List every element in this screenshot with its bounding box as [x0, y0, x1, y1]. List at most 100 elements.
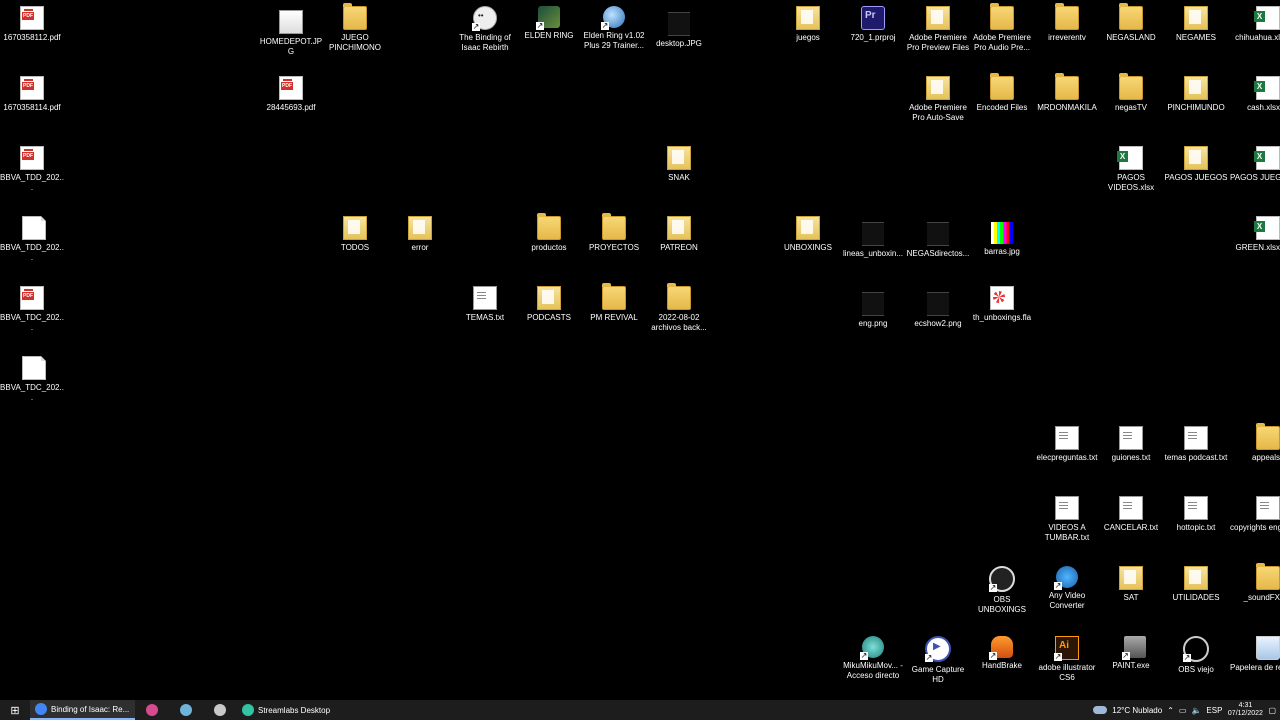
taskbar-item-tools[interactable]	[169, 700, 203, 720]
desktop-icon-handbrake[interactable]: HandBrake	[969, 636, 1035, 671]
desktop-icon-miku[interactable]: MikuMikuMov... - Acceso directo	[840, 636, 906, 681]
desktop-icon-productos[interactable]: productos	[516, 213, 582, 253]
desktop-icon-unboxings[interactable]: UNBOXINGS	[775, 216, 841, 253]
desktop-icon-cash[interactable]: cash.xlsx	[1214, 76, 1280, 113]
desktop-icon-desktopjpg[interactable]: desktop.JPG	[646, 6, 712, 49]
taskbar-item-gamepad[interactable]	[203, 700, 237, 720]
desktop-icon-eng[interactable]: eng.png	[840, 286, 906, 329]
desktop-icon-paint[interactable]: PAINT.exe	[1098, 636, 1164, 671]
fla-icon	[990, 286, 1014, 310]
notifications-icon[interactable]: ▢	[1268, 706, 1276, 715]
desktop-icon-bbva2[interactable]: BBVA_TDD_202...	[0, 216, 65, 263]
desktop-icon-obsunbox[interactable]: OBS UNBOXINGS	[969, 566, 1035, 615]
desktop-icon-label: error	[411, 243, 429, 252]
desktop-icon-prauto[interactable]: Adobe Premiere Pro Auto-Save	[905, 76, 971, 123]
desktop-icon-label: PATREON	[660, 243, 698, 252]
desktop-icon-elecpreg[interactable]: elecpreguntas.txt	[1034, 426, 1100, 463]
desktop-icon-isaac[interactable]: The Binding of Isaac Rebirth	[452, 6, 518, 53]
desktop-icon-lineas[interactable]: lineas_unboxin...	[840, 216, 906, 259]
desktop-icon-pdf1[interactable]: 1670358112.pdf	[0, 6, 65, 43]
desktop-icon-bbva4[interactable]: BBVA_TDC_202...	[0, 356, 65, 403]
desktop-icon-todos[interactable]: TODOS	[322, 216, 388, 253]
desktop-icon-archivos[interactable]: 2022-08-02 archivos back...	[646, 283, 712, 333]
desktop-icon-pagosjuegosx[interactable]: PAGOS JUEGOS.xls	[1214, 146, 1280, 183]
game-icon	[536, 6, 560, 30]
desktop-icon-barras[interactable]: barras.jpg	[969, 216, 1035, 257]
desktop-icon-negasdir[interactable]: NEGASdirectos...	[905, 216, 971, 259]
desktop-icon-papelera[interactable]: Papelera de reciclaje	[1214, 636, 1280, 673]
desktop-icon-label: TEMAS.txt	[465, 313, 505, 322]
desktop-icon-elden[interactable]: ELDEN RING	[516, 6, 582, 41]
xlsx-icon	[1254, 76, 1280, 100]
network-icon[interactable]: ▭	[1179, 706, 1187, 715]
desktop-icon-appeals[interactable]: appeals	[1214, 423, 1280, 463]
desktop-icon-ecshow[interactable]: ecshow2.png	[905, 286, 971, 329]
desktop-icon-gamecapture[interactable]: Game Capture HD	[905, 636, 971, 685]
folder-icon	[1119, 73, 1143, 100]
desktop-icon-podcasts[interactable]: PODCASTS	[516, 286, 582, 323]
weather-text[interactable]: 12°C Nublado	[1112, 706, 1162, 715]
desktop-icon-guiones[interactable]: guiones.txt	[1098, 426, 1164, 463]
folder-doc-icon	[537, 286, 561, 310]
desktop-icon-proyectos[interactable]: PROYECTOS	[581, 213, 647, 253]
desktop-icon-videostumbar[interactable]: VIDEOS A TUMBAR.txt	[1034, 496, 1100, 543]
img-dark-icon	[862, 222, 884, 246]
desktop-icon-pmrevival[interactable]: PM REVIVAL	[581, 283, 647, 323]
desktop-icon-snak[interactable]: SNAK	[646, 146, 712, 183]
cloud-icon[interactable]	[1093, 706, 1108, 714]
desktop-icon-encoded[interactable]: Encoded Files	[969, 73, 1035, 113]
desktop-icon-bbva3[interactable]: BBVA_TDC_202...	[0, 286, 65, 333]
desktop-icon-error[interactable]: error	[387, 216, 453, 253]
clock[interactable]: 4:31 07/12/2022	[1227, 702, 1263, 718]
taskbar-item-chrome[interactable]: Binding of Isaac: Re...	[30, 700, 135, 720]
desktop-icon-praudio[interactable]: Adobe Premiere Pro Audio Pre...	[969, 3, 1035, 53]
desktop-icon-label: SNAK	[668, 173, 690, 182]
desktop-icon-mrdon[interactable]: MRDONMAKILA	[1034, 73, 1100, 113]
taskbar-item-streamlabs[interactable]: Streamlabs Desktop	[237, 700, 335, 720]
folder-icon	[343, 3, 367, 30]
desktop-icon-cancelar[interactable]: CANCELAR.txt	[1098, 496, 1164, 533]
desktop-icon-prproj[interactable]: 720_1.prproj	[840, 6, 906, 43]
desktop-icon-juegos[interactable]: juegos	[775, 6, 841, 43]
desktop-icon-label: BBVA_TDC_202...	[0, 383, 64, 402]
taskbar-item-pinwheel[interactable]	[135, 700, 169, 720]
folder-doc-icon	[343, 216, 367, 240]
desktop-icon-illustrator[interactable]: adobe illustrator CS6	[1034, 636, 1100, 683]
desktop-icon-negastv[interactable]: negasTV	[1098, 73, 1164, 113]
desktop-icon-label: barras.jpg	[984, 247, 1020, 256]
desktop-icon-label: OBS UNBOXINGS	[977, 595, 1026, 614]
desktop-icon-prpreview[interactable]: Adobe Premiere Pro Preview Files	[905, 6, 971, 53]
desktop-icon-pdf3[interactable]: 28445693.pdf	[258, 76, 324, 113]
desktop-icon-anyvideo[interactable]: Any Video Converter	[1034, 566, 1100, 611]
desktop-icon-label: irreverentv	[1048, 33, 1086, 42]
windows-start-icon[interactable]: ⊞	[0, 700, 30, 720]
desktop-icon-juego[interactable]: JUEGO PINCHIMONO	[322, 3, 388, 53]
desktop-icon-sat[interactable]: SAT	[1098, 566, 1164, 603]
desktop-icon-copyrights[interactable]: copyrights english desc	[1214, 496, 1280, 533]
desktop-icon-patreon[interactable]: PATREON	[646, 216, 712, 253]
desktop-icon-temas[interactable]: TEMAS.txt	[452, 286, 518, 323]
desktop-icon-chihuahua[interactable]: chihuahua.xl	[1214, 6, 1280, 43]
desktop-icon-label: elecpreguntas.txt	[1036, 453, 1098, 462]
chevron-up-icon[interactable]: ⌃	[1167, 706, 1174, 715]
desktop-icon-pdf2[interactable]: 1670358114.pdf	[0, 76, 65, 113]
desktop-icon-trainer[interactable]: Elden Ring v1.02 Plus 29 Trainer...	[581, 6, 647, 51]
desktop-icon-green[interactable]: GREEN.xlsx	[1214, 216, 1280, 253]
desktop-icon-bbva1[interactable]: BBVA_TDD_202...	[0, 146, 65, 193]
desktop-icon-negasland[interactable]: NEGASLAND	[1098, 3, 1164, 43]
obsv-icon	[1183, 636, 1209, 662]
system-tray: 12°C Nublado ⌃ ▭ 🔈 ESP 4:31 07/12/2022 ▢	[1093, 700, 1280, 720]
desktop-icon-irreverent[interactable]: irreverentv	[1034, 3, 1100, 43]
desktop-icon-thunbox[interactable]: th_unboxings.fla	[969, 286, 1035, 323]
folder-icon	[667, 283, 691, 310]
desktop-icon-label: SAT	[1123, 593, 1139, 602]
desktop-icon-soundfx[interactable]: _soundFX	[1214, 563, 1280, 603]
desktop-icon-pagosvid[interactable]: PAGOS VIDEOS.xlsx	[1098, 146, 1164, 193]
volume-icon[interactable]: 🔈	[1191, 706, 1201, 715]
folder-icon	[602, 213, 626, 240]
language-indicator[interactable]: ESP	[1206, 706, 1222, 715]
desktop-icon-homedepot[interactable]: HOMEDEPOT.JPG	[258, 6, 324, 57]
clock-time: 4:31	[1238, 702, 1253, 709]
folder-doc-icon	[1184, 76, 1208, 100]
img-dark-icon	[668, 12, 690, 36]
